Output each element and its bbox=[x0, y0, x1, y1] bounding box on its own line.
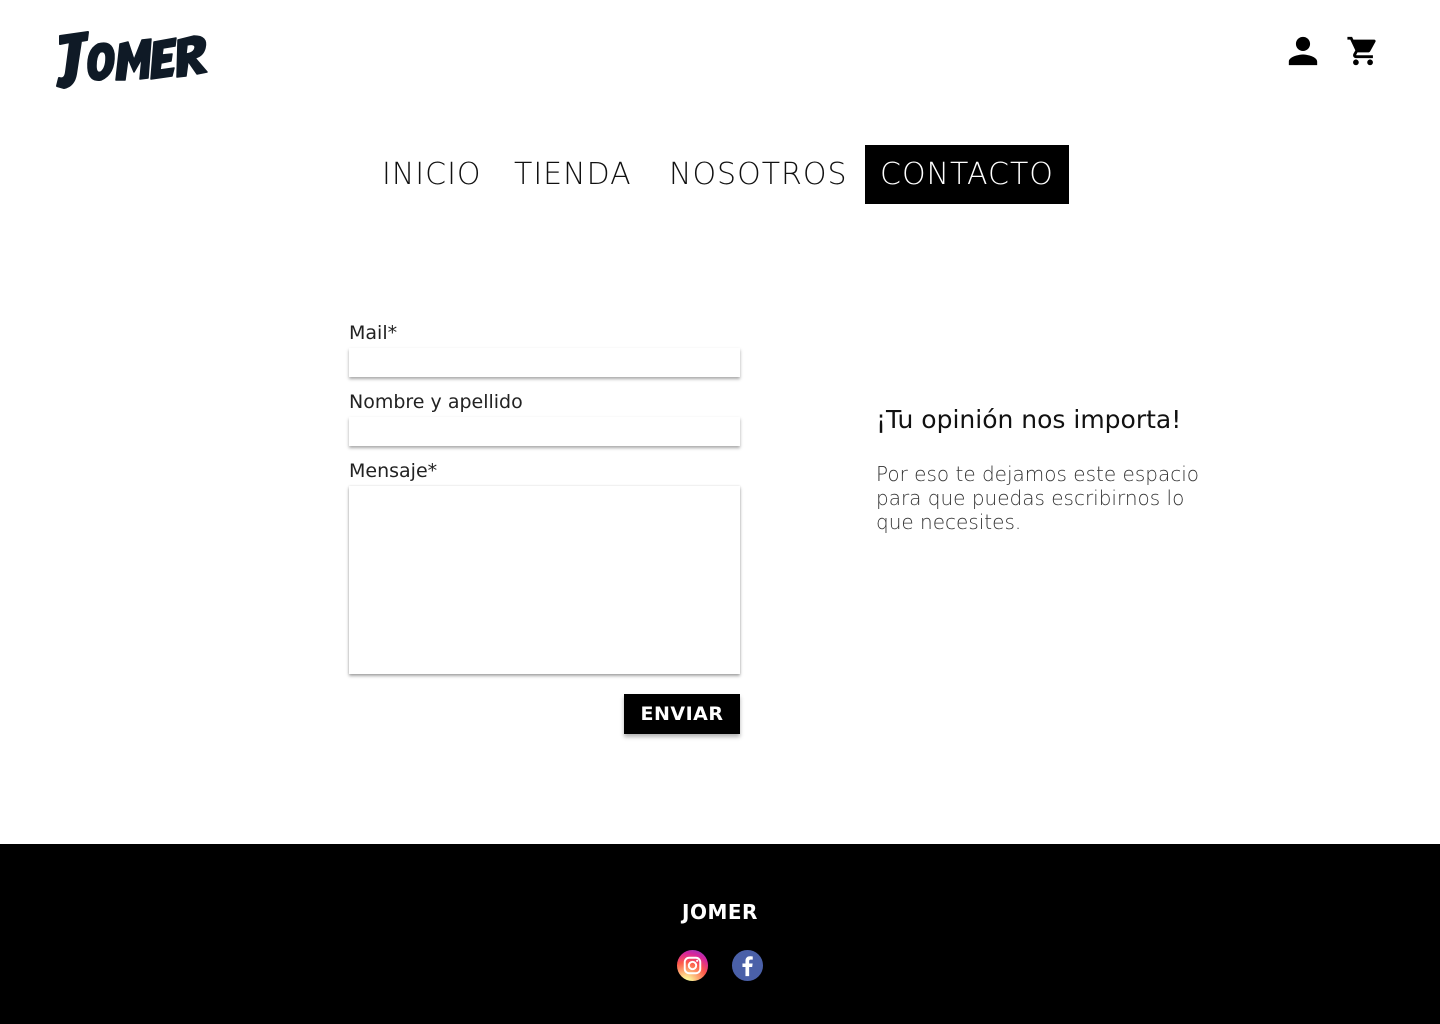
submit-row: ENVIAR bbox=[349, 694, 740, 734]
contact-form: Mail* Nombre y apellido Mensaje* ENVIAR bbox=[349, 320, 740, 734]
user-icon[interactable] bbox=[1286, 34, 1320, 68]
instagram-icon[interactable] bbox=[676, 949, 709, 982]
nav-item-nosotros[interactable]: NOSOTROS bbox=[669, 145, 848, 204]
header-actions bbox=[1286, 34, 1380, 68]
nav-item-contacto[interactable]: CONTACTO bbox=[865, 145, 1069, 204]
contact-info: ¡Tu opinión nos importa! Por eso te deja… bbox=[876, 404, 1216, 534]
name-label: Nombre y apellido bbox=[349, 391, 523, 413]
facebook-icon[interactable] bbox=[731, 949, 764, 982]
cart-icon[interactable] bbox=[1346, 34, 1380, 68]
message-label: Mensaje* bbox=[349, 460, 438, 482]
name-field[interactable] bbox=[349, 417, 740, 446]
contact-text: Por eso te dejamos este espacio para que… bbox=[876, 462, 1199, 534]
contact-title: ¡Tu opinión nos importa! bbox=[876, 405, 1182, 434]
footer-brand: JOMER bbox=[682, 900, 758, 924]
mail-label: Mail* bbox=[349, 322, 398, 344]
nav-item-inicio[interactable]: INICIO bbox=[382, 145, 482, 204]
site-logo[interactable] bbox=[54, 28, 212, 92]
social-links bbox=[676, 949, 764, 982]
nav-item-tienda[interactable]: TIENDA bbox=[514, 145, 632, 204]
submit-button[interactable]: ENVIAR bbox=[624, 694, 740, 734]
site-footer: JOMER bbox=[0, 844, 1440, 1024]
main-nav: INICIO TIENDA NOSOTROS CONTACTO bbox=[0, 145, 1440, 204]
jomer-logo-icon bbox=[56, 31, 208, 89]
mail-field[interactable] bbox=[349, 348, 740, 377]
message-field[interactable] bbox=[349, 486, 740, 674]
